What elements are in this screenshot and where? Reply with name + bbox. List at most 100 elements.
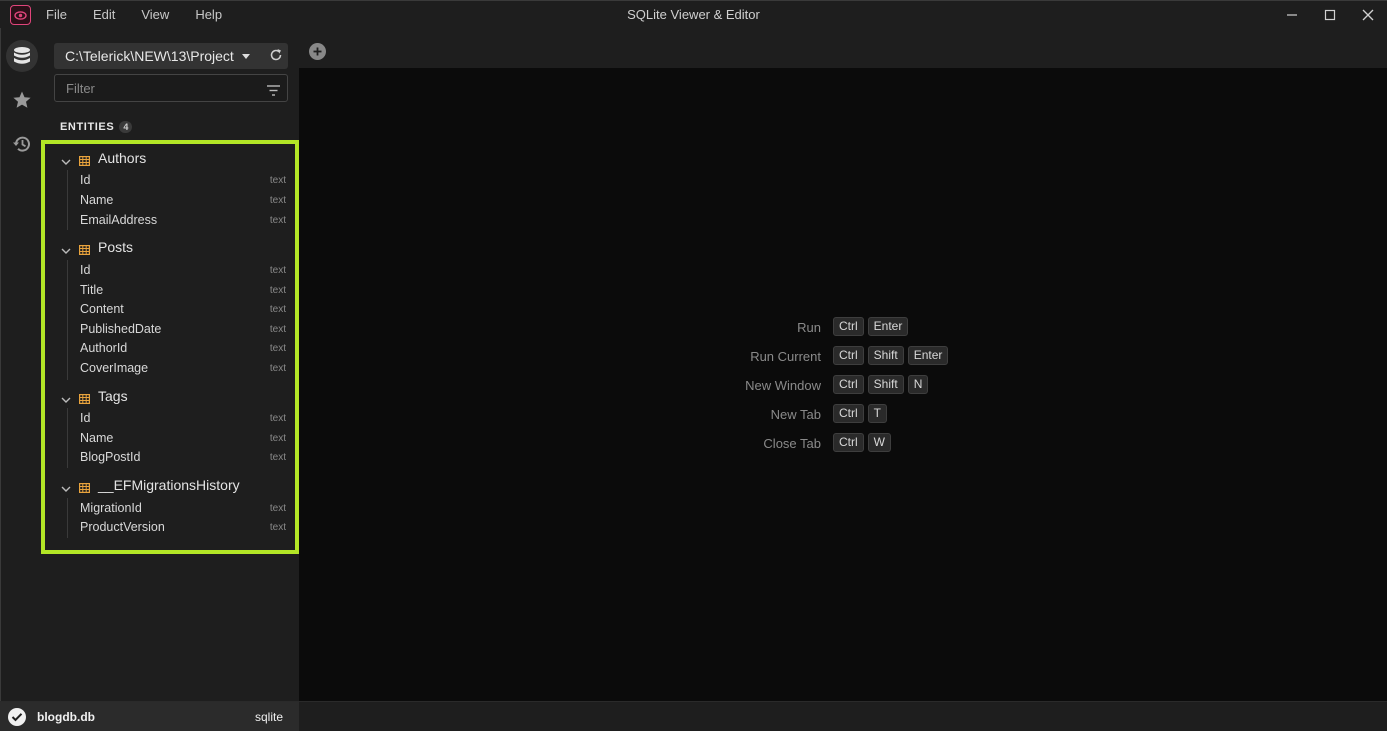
table-icon xyxy=(79,242,91,260)
key-cap: Shift xyxy=(867,375,904,394)
column-type: text xyxy=(269,215,286,226)
column-name: CoverImage xyxy=(80,361,149,375)
column-name: Name xyxy=(80,193,114,207)
column-name: BlogPostId xyxy=(80,450,141,464)
column-name: Title xyxy=(80,283,104,297)
key-cap: Ctrl xyxy=(833,317,864,336)
table-icon xyxy=(79,153,91,171)
window-title: SQLite Viewer & Editor xyxy=(627,7,760,22)
column-type: text xyxy=(269,433,286,444)
table-name: Posts xyxy=(98,239,134,255)
column-type: text xyxy=(269,522,286,533)
main-editor-area: Run Ctrl Enter Run Current Ctrl Shift Enter… xyxy=(299,68,1386,701)
shortcut-label: New Window xyxy=(745,378,821,393)
database-type: sqlite xyxy=(255,710,284,724)
key-cap: Enter xyxy=(867,317,909,336)
column-row[interactable]: Name text xyxy=(45,430,295,448)
key-cap: W xyxy=(867,433,891,452)
column-type: text xyxy=(269,343,286,354)
key-cap: Shift xyxy=(867,346,904,365)
history-icon[interactable] xyxy=(6,128,38,160)
column-type: text xyxy=(269,195,286,206)
column-row[interactable]: Content text xyxy=(45,301,295,319)
shortcut-label: Run xyxy=(797,320,821,335)
table-efmigrationshistory[interactable]: __EFMigrationsHistory xyxy=(45,475,295,495)
column-row[interactable]: BlogPostId text xyxy=(45,449,295,467)
column-type: text xyxy=(269,452,286,463)
column-row[interactable]: CoverImage text xyxy=(45,360,295,378)
column-row[interactable]: MigrationId text xyxy=(45,500,295,518)
column-name: ProductVersion xyxy=(80,520,165,534)
column-type: text xyxy=(269,175,286,186)
table-icon xyxy=(79,480,91,498)
column-type: text xyxy=(269,413,286,424)
sidebar: C:\Telerick\NEW\13\Project ENTITIES 4 Aut… xyxy=(41,28,299,701)
filter-input[interactable] xyxy=(54,74,288,102)
column-name: Id xyxy=(80,263,91,277)
column-name: AuthorId xyxy=(80,341,128,355)
check-circle-icon xyxy=(8,708,26,726)
column-row[interactable]: Name text xyxy=(45,192,295,210)
table-tags[interactable]: Tags xyxy=(45,386,295,406)
close-button[interactable] xyxy=(1349,1,1387,29)
window-controls xyxy=(1273,1,1387,29)
chevron-down-icon[interactable] xyxy=(61,153,71,171)
key-cap: Enter xyxy=(907,346,949,365)
column-type: text xyxy=(269,265,286,276)
column-row[interactable]: Title text xyxy=(45,282,295,300)
entities-header: ENTITIES 4 xyxy=(60,121,133,133)
shortcut-hints: Run Ctrl Enter Run Current Ctrl Shift Enter… xyxy=(719,317,1039,462)
key-cap: Ctrl xyxy=(833,346,864,365)
column-type: text xyxy=(269,363,286,374)
shortcut-close-tab: Close Tab Ctrl W xyxy=(719,433,1039,462)
shortcut-new-window: New Window Ctrl Shift N xyxy=(719,375,1039,404)
column-name: Id xyxy=(80,173,91,187)
column-row[interactable]: Id text xyxy=(45,172,295,190)
database-icon[interactable] xyxy=(6,40,38,72)
entities-tree: Authors Id text Name text EmailAddress text… xyxy=(41,140,299,554)
key-cap: Ctrl xyxy=(833,375,864,394)
table-name: __EFMigrationsHistory xyxy=(98,477,240,493)
shortcut-new-tab: New Tab Ctrl T xyxy=(719,404,1039,433)
refresh-icon[interactable] xyxy=(269,48,283,67)
key-cap: N xyxy=(907,375,929,394)
chevron-down-icon[interactable] xyxy=(61,480,71,498)
column-name: MigrationId xyxy=(80,501,142,515)
table-name: Authors xyxy=(98,150,147,166)
table-icon xyxy=(79,391,91,409)
column-row[interactable]: ProductVersion text xyxy=(45,519,295,537)
status-connection[interactable]: blogdb.db sqlite xyxy=(0,702,299,731)
column-name: Content xyxy=(80,302,124,316)
shortcut-run: Run Ctrl Enter xyxy=(719,317,1039,346)
star-icon[interactable] xyxy=(6,84,38,116)
chevron-down-icon xyxy=(242,54,250,59)
shortcut-label: Run Current xyxy=(750,349,821,364)
column-row[interactable]: AuthorId text xyxy=(45,340,295,358)
key-cap: Ctrl xyxy=(833,433,864,452)
column-name: PublishedDate xyxy=(80,322,162,336)
activity-bar xyxy=(0,28,41,701)
database-name: blogdb.db xyxy=(37,710,95,724)
column-row[interactable]: Id text xyxy=(45,410,295,428)
minimize-button[interactable] xyxy=(1273,1,1311,29)
column-name: Name xyxy=(80,431,114,445)
table-posts[interactable]: Posts xyxy=(45,237,295,257)
column-row[interactable]: PublishedDate text xyxy=(45,321,295,339)
maximize-button[interactable] xyxy=(1311,1,1349,29)
column-row[interactable]: Id text xyxy=(45,262,295,280)
key-cap: Ctrl xyxy=(833,404,864,423)
column-row[interactable]: EmailAddress text xyxy=(45,212,295,230)
title-bar: File Edit View Help SQLite Viewer & Edit… xyxy=(0,0,1387,28)
chevron-down-icon[interactable] xyxy=(61,242,71,260)
filter-icon[interactable] xyxy=(267,83,280,101)
key-cap: T xyxy=(867,404,888,423)
database-path: C:\Telerick\NEW\13\Project xyxy=(65,48,234,64)
chevron-down-icon[interactable] xyxy=(61,391,71,409)
table-authors[interactable]: Authors xyxy=(45,148,295,168)
add-tab-icon[interactable] xyxy=(309,43,326,60)
column-type: text xyxy=(269,285,286,296)
database-path-select[interactable]: C:\Telerick\NEW\13\Project xyxy=(54,43,288,69)
column-name: EmailAddress xyxy=(80,213,158,227)
column-name: Id xyxy=(80,411,91,425)
column-type: text xyxy=(269,304,286,315)
